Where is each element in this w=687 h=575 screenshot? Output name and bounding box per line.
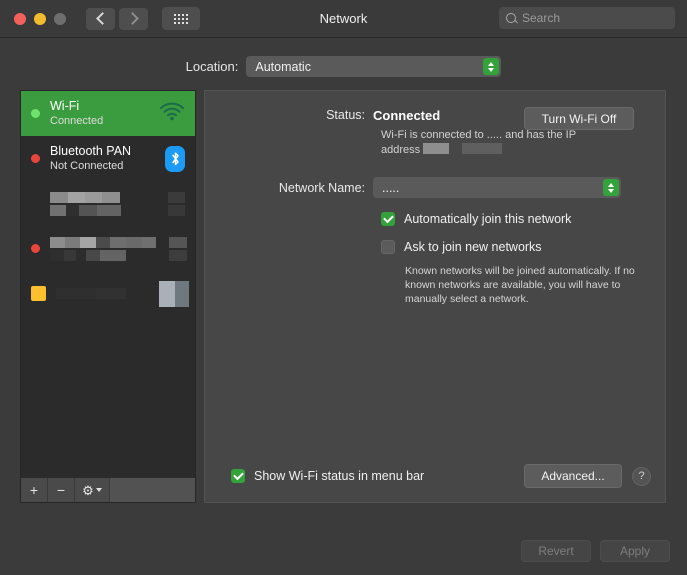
minus-icon: −	[57, 482, 65, 498]
window-controls	[14, 13, 66, 25]
content-area: Wi-Fi Connected	[20, 90, 687, 503]
grid-icon	[174, 14, 188, 24]
description-network-redacted: .....	[487, 129, 502, 141]
redacted-label	[56, 288, 126, 299]
sidebar-item-redacted[interactable]	[21, 226, 195, 271]
help-button[interactable]: ?	[632, 467, 651, 486]
toolbar-spacer	[110, 478, 195, 502]
redacted-icon	[159, 281, 189, 307]
checkmark-icon	[383, 213, 394, 224]
auto-join-label: Automatically join this network	[404, 212, 571, 226]
service-actions-button[interactable]: ⚙	[75, 478, 110, 502]
chevron-updown-icon	[603, 179, 619, 196]
show-status-label: Show Wi-Fi status in menu bar	[254, 469, 424, 483]
chevron-right-icon	[126, 12, 139, 25]
advanced-button[interactable]: Advanced...	[524, 464, 622, 488]
service-name: Wi-Fi	[50, 99, 103, 114]
search-placeholder: Search	[522, 11, 560, 25]
apply-button[interactable]: Apply	[600, 540, 670, 562]
status-value: Connected	[373, 108, 440, 123]
revert-button[interactable]: Revert	[521, 540, 591, 562]
navigation-buttons	[86, 8, 148, 30]
add-service-button[interactable]: +	[21, 478, 48, 502]
show-status-checkbox[interactable]	[231, 469, 245, 483]
location-value: Automatic	[255, 60, 311, 74]
title-bar: Network Search	[0, 0, 687, 38]
plus-icon: +	[30, 482, 38, 498]
service-state: Connected	[50, 114, 103, 128]
location-label: Location:	[186, 59, 239, 74]
service-list: Wi-Fi Connected	[21, 91, 195, 477]
sidebar-toolbar: + − ⚙	[21, 477, 195, 502]
redacted-icon	[169, 237, 187, 261]
status-dot-none	[31, 199, 40, 208]
location-row: Location: Automatic	[0, 56, 687, 77]
window-footer: Revert Apply	[521, 540, 670, 562]
panel-bottom-row: Show Wi-Fi status in menu bar Advanced..…	[205, 464, 665, 488]
ask-join-label: Ask to join new networks	[404, 240, 542, 254]
ask-join-checkbox[interactable]	[381, 240, 395, 254]
bluetooth-icon	[165, 146, 185, 172]
auto-join-checkbox[interactable]	[381, 212, 395, 226]
redacted-icon	[168, 192, 185, 216]
remove-service-button[interactable]: −	[48, 478, 75, 502]
sidebar-item-redacted[interactable]	[21, 181, 195, 226]
chevron-updown-icon	[483, 58, 499, 75]
status-dot-yellow	[31, 286, 46, 301]
redacted-label	[50, 237, 156, 261]
status-dot-green	[31, 109, 40, 118]
sidebar-item-redacted[interactable]	[21, 271, 195, 316]
location-popup-button[interactable]: Automatic	[246, 56, 501, 77]
gear-icon: ⚙	[82, 484, 94, 497]
redacted-label	[50, 192, 121, 216]
wifi-settings-panel: Status: Connected Turn Wi-Fi Off Wi-Fi i…	[204, 90, 666, 503]
sidebar-item-bluetooth-pan[interactable]: Bluetooth PAN Not Connected	[21, 136, 195, 181]
network-name-label: Network Name:	[205, 181, 373, 195]
turn-wifi-off-button[interactable]: Turn Wi-Fi Off	[524, 107, 634, 130]
close-button[interactable]	[14, 13, 26, 25]
chevron-left-icon	[96, 12, 109, 25]
service-state: Not Connected	[50, 159, 131, 173]
redacted-ip-block-1	[423, 143, 449, 154]
search-icon	[506, 13, 516, 23]
status-dot-red	[31, 244, 40, 253]
wifi-icon	[159, 102, 185, 125]
back-button[interactable]	[86, 8, 115, 30]
ask-join-checkbox-row[interactable]: Ask to join new networks	[381, 240, 665, 254]
search-field[interactable]: Search	[499, 7, 675, 29]
network-name-row: Network Name: .....	[205, 177, 665, 198]
network-preferences-window: Network Search Location: Automatic Wi-Fi	[0, 0, 687, 575]
description-suffix: address	[381, 144, 420, 156]
service-name: Bluetooth PAN	[50, 144, 131, 159]
description-prefix: Wi-Fi is connected to	[381, 129, 484, 141]
network-name-value: .....	[382, 181, 399, 195]
network-name-popup-button[interactable]: .....	[373, 177, 621, 198]
status-label: Status:	[205, 108, 373, 123]
description-middle: and has the IP	[505, 129, 576, 141]
minimize-button[interactable]	[34, 13, 46, 25]
forward-button[interactable]	[119, 8, 148, 30]
connection-description: Wi-Fi is connected to ..... and has the …	[381, 128, 611, 158]
chevron-down-icon	[96, 488, 102, 492]
auto-join-checkbox-row[interactable]: Automatically join this network	[381, 212, 665, 226]
join-hint-text: Known networks will be joined automatica…	[405, 264, 641, 306]
sidebar-item-wifi[interactable]: Wi-Fi Connected	[21, 91, 195, 136]
show-all-button[interactable]	[162, 7, 200, 30]
status-dot-red	[31, 154, 40, 163]
redacted-ip-block-2	[462, 143, 502, 154]
service-list-sidebar: Wi-Fi Connected	[20, 90, 196, 503]
zoom-button	[54, 13, 66, 25]
checkmark-icon	[233, 470, 244, 481]
